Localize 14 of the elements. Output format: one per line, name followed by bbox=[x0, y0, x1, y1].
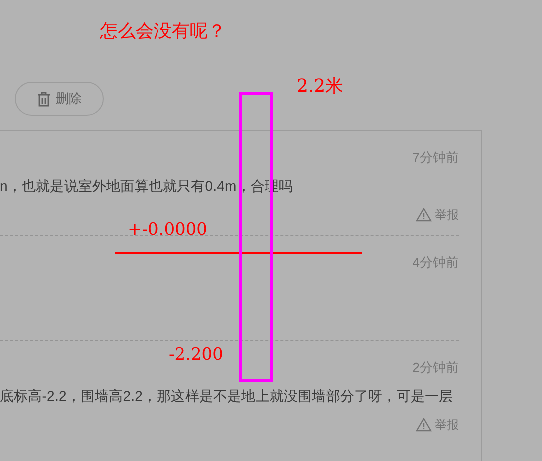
comment-time: 4分钟前 bbox=[412, 254, 459, 271]
comment-time: 2分钟前 bbox=[412, 359, 459, 376]
elevation-label: +-0.0000 bbox=[128, 219, 208, 241]
warning-icon bbox=[416, 418, 432, 432]
elevation-label: -2.200 bbox=[169, 344, 224, 366]
warning-icon bbox=[416, 208, 432, 222]
trash-icon bbox=[37, 92, 51, 106]
annotation-text: 2.2米 bbox=[297, 75, 344, 99]
delete-button[interactable]: 删除 bbox=[15, 82, 104, 116]
annotation-text: 怎么会没有呢？ bbox=[100, 20, 226, 44]
report-link[interactable]: 举报 bbox=[416, 417, 459, 433]
report-link[interactable]: 举报 bbox=[416, 207, 459, 223]
comment-time: 7分钟前 bbox=[412, 149, 459, 166]
comment-text: 底标高-2.2，围墙高2.2，那这样是不是地上就没围墙部分了呀，可是一层 bbox=[0, 388, 454, 404]
